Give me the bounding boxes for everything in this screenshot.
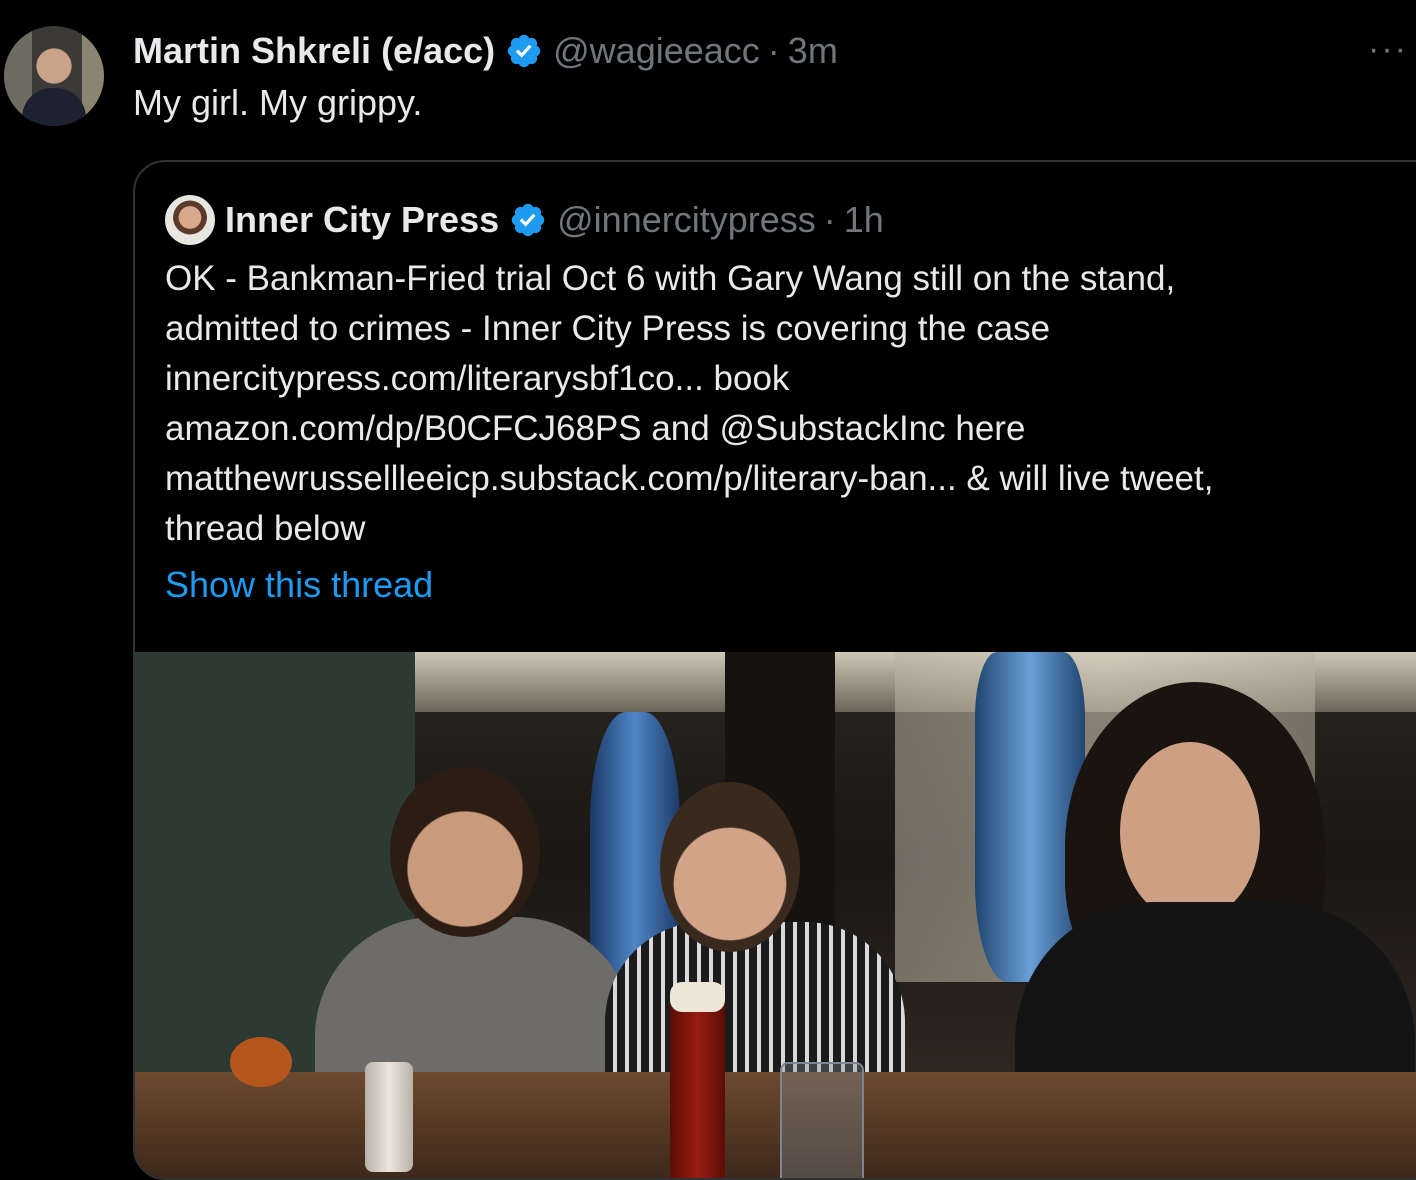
tweet-text: My girl. My grippy.	[133, 82, 423, 123]
quoted-author-name[interactable]: Inner City Press	[225, 199, 499, 241]
tweet-timestamp[interactable]: 3m	[788, 30, 838, 72]
quoted-author-avatar[interactable]	[165, 195, 215, 245]
show-thread-link[interactable]: Show this thread	[165, 564, 433, 606]
photo-person-left-head	[390, 767, 540, 937]
more-icon[interactable]: ···	[1368, 30, 1408, 69]
author-avatar[interactable]	[4, 26, 104, 126]
quoted-tweet-timestamp[interactable]: 1h	[844, 199, 884, 241]
quoted-author-handle[interactable]: @innercitypress	[557, 199, 816, 241]
photo-can	[365, 1062, 413, 1172]
verified-badge-icon	[511, 203, 545, 237]
quoted-text-line: OK - Bankman-Fried trial Oct 6 with Gary…	[165, 259, 1176, 298]
photo-glass	[780, 1062, 864, 1178]
quoted-tweet[interactable]: Inner City Press @innercitypress · 1h OK…	[133, 160, 1416, 1180]
quoted-tweet-text: OK - Bankman-Fried trial Oct 6 with Gary…	[165, 254, 1405, 554]
photo-ketchup-cap	[670, 982, 725, 1012]
separator: ·	[823, 199, 836, 240]
photo-table	[135, 1072, 1416, 1178]
separator: ·	[767, 30, 780, 71]
author-name[interactable]: Martin Shkreli (e/acc)	[133, 30, 495, 72]
quoted-tweet-photo[interactable]	[135, 652, 1416, 1178]
quoted-text-line[interactable]: innercitypress.com/literarysbf1co... boo…	[165, 354, 1405, 404]
photo-person-middle-head	[660, 782, 800, 952]
quoted-tweet-header: Inner City Press @innercitypress · 1h	[165, 195, 884, 245]
quoted-text-line: thread below	[165, 509, 366, 548]
author-handle[interactable]: @wagieeacc	[553, 30, 760, 72]
tweet-header: Martin Shkreli (e/acc) @wagieeacc · 3m	[133, 28, 838, 74]
quoted-text-line[interactable]: amazon.com/dp/B0CFCJ68PS and @SubstackIn…	[165, 404, 1405, 454]
photo-person-right-face	[1120, 742, 1260, 922]
photo-pumpkin	[230, 1037, 292, 1087]
verified-badge-icon	[507, 34, 541, 68]
quoted-text-line[interactable]: matthewrussellleeicp.substack.com/p/lite…	[165, 454, 1405, 504]
quoted-text-line: admitted to crimes - Inner City Press is…	[165, 309, 1051, 348]
